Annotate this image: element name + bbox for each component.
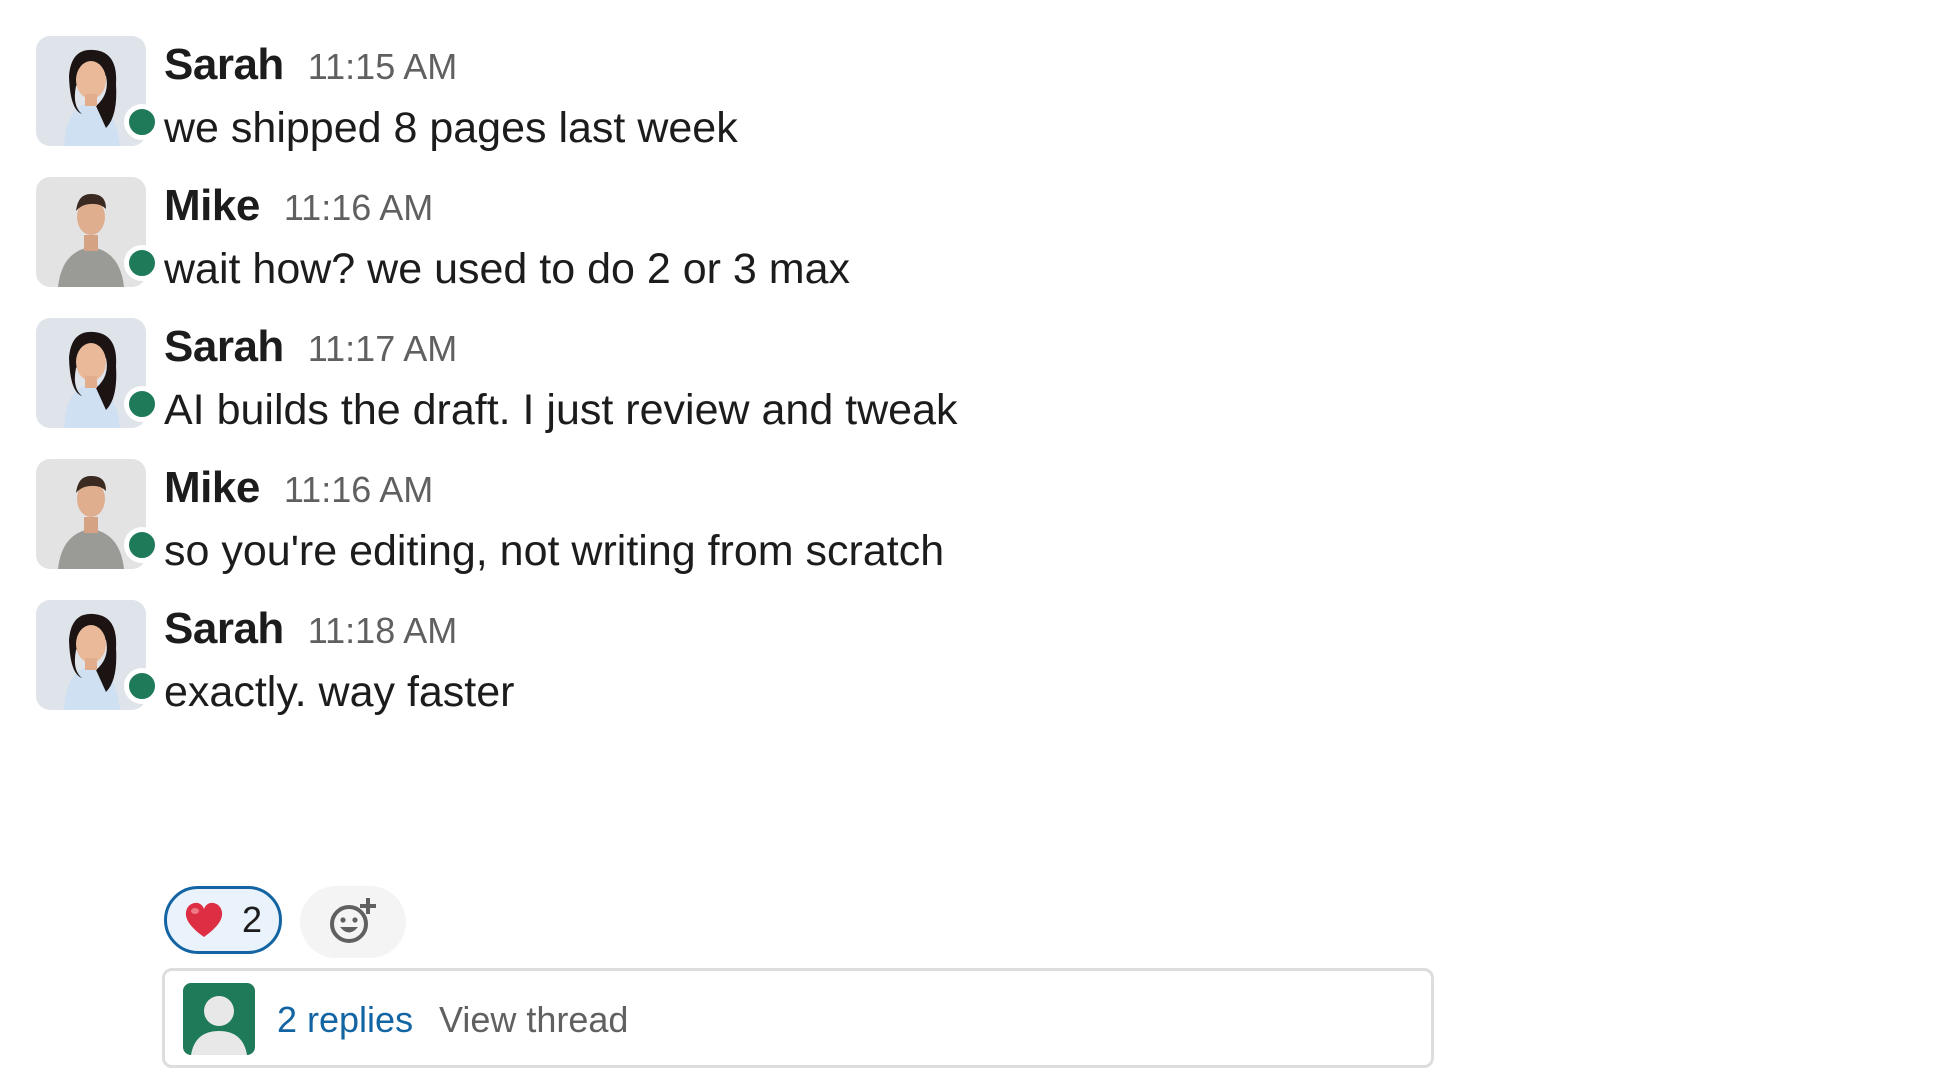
- avatar-sarah[interactable]: [36, 36, 160, 146]
- message-text: so you're editing, not writing from scra…: [164, 527, 945, 575]
- message-list: Sarah 11:15 AM we shipped 8 pages last we…: [0, 0, 1940, 1092]
- author-name[interactable]: Sarah: [164, 40, 284, 89]
- message[interactable]: Sarah 11:17 AM AI builds the draft. I jus…: [36, 318, 1436, 438]
- author-name[interactable]: Sarah: [164, 322, 284, 371]
- message[interactable]: Mike 11:16 AM wait how? we used to do 2 o…: [36, 177, 1436, 297]
- thread-participant-avatar: [183, 983, 255, 1055]
- view-thread-link[interactable]: View thread: [439, 999, 628, 1041]
- presence-online-icon: [124, 668, 160, 704]
- avatar-mike[interactable]: [36, 177, 160, 287]
- timestamp[interactable]: 11:16 AM: [284, 187, 433, 228]
- timestamp[interactable]: 11:15 AM: [308, 46, 457, 87]
- timestamp[interactable]: 11:18 AM: [308, 610, 457, 651]
- heart-icon: [185, 902, 223, 937]
- author-name[interactable]: Sarah: [164, 604, 284, 653]
- timestamp[interactable]: 11:16 AM: [284, 469, 433, 510]
- message-text: wait how? we used to do 2 or 3 max: [164, 245, 850, 293]
- presence-online-icon: [124, 245, 160, 281]
- thread-summary[interactable]: 2 replies View thread: [162, 968, 1434, 1068]
- message-text: AI builds the draft. I just review and t…: [164, 386, 958, 434]
- message-text: we shipped 8 pages last week: [164, 104, 738, 152]
- message-header: Sarah 11:17 AM: [164, 322, 457, 372]
- author-name[interactable]: Mike: [164, 181, 260, 230]
- reaction-heart[interactable]: 2: [164, 886, 282, 954]
- presence-online-icon: [124, 386, 160, 422]
- avatar-sarah[interactable]: [36, 600, 160, 710]
- message-header: Mike 11:16 AM: [164, 463, 433, 513]
- avatar-mike[interactable]: [36, 459, 160, 569]
- timestamp[interactable]: 11:17 AM: [308, 328, 457, 369]
- message[interactable]: Sarah 11:15 AM we shipped 8 pages last we…: [36, 36, 1436, 156]
- message-header: Sarah 11:18 AM: [164, 604, 457, 654]
- add-reaction-button[interactable]: [300, 886, 406, 958]
- presence-online-icon: [124, 527, 160, 563]
- add-emoji-icon: [330, 898, 376, 943]
- message[interactable]: Sarah 11:18 AM exactly. way faster: [36, 600, 1436, 720]
- message-text: exactly. way faster: [164, 668, 515, 716]
- message[interactable]: Mike 11:16 AM so you're editing, not writ…: [36, 459, 1436, 579]
- author-name[interactable]: Mike: [164, 463, 260, 512]
- message-header: Sarah 11:15 AM: [164, 40, 457, 90]
- avatar-sarah[interactable]: [36, 318, 160, 428]
- message-header: Mike 11:16 AM: [164, 181, 433, 231]
- presence-online-icon: [124, 104, 160, 140]
- user-icon: [191, 996, 247, 1055]
- reaction-count: 2: [241, 899, 263, 940]
- replies-link[interactable]: 2 replies: [277, 999, 413, 1041]
